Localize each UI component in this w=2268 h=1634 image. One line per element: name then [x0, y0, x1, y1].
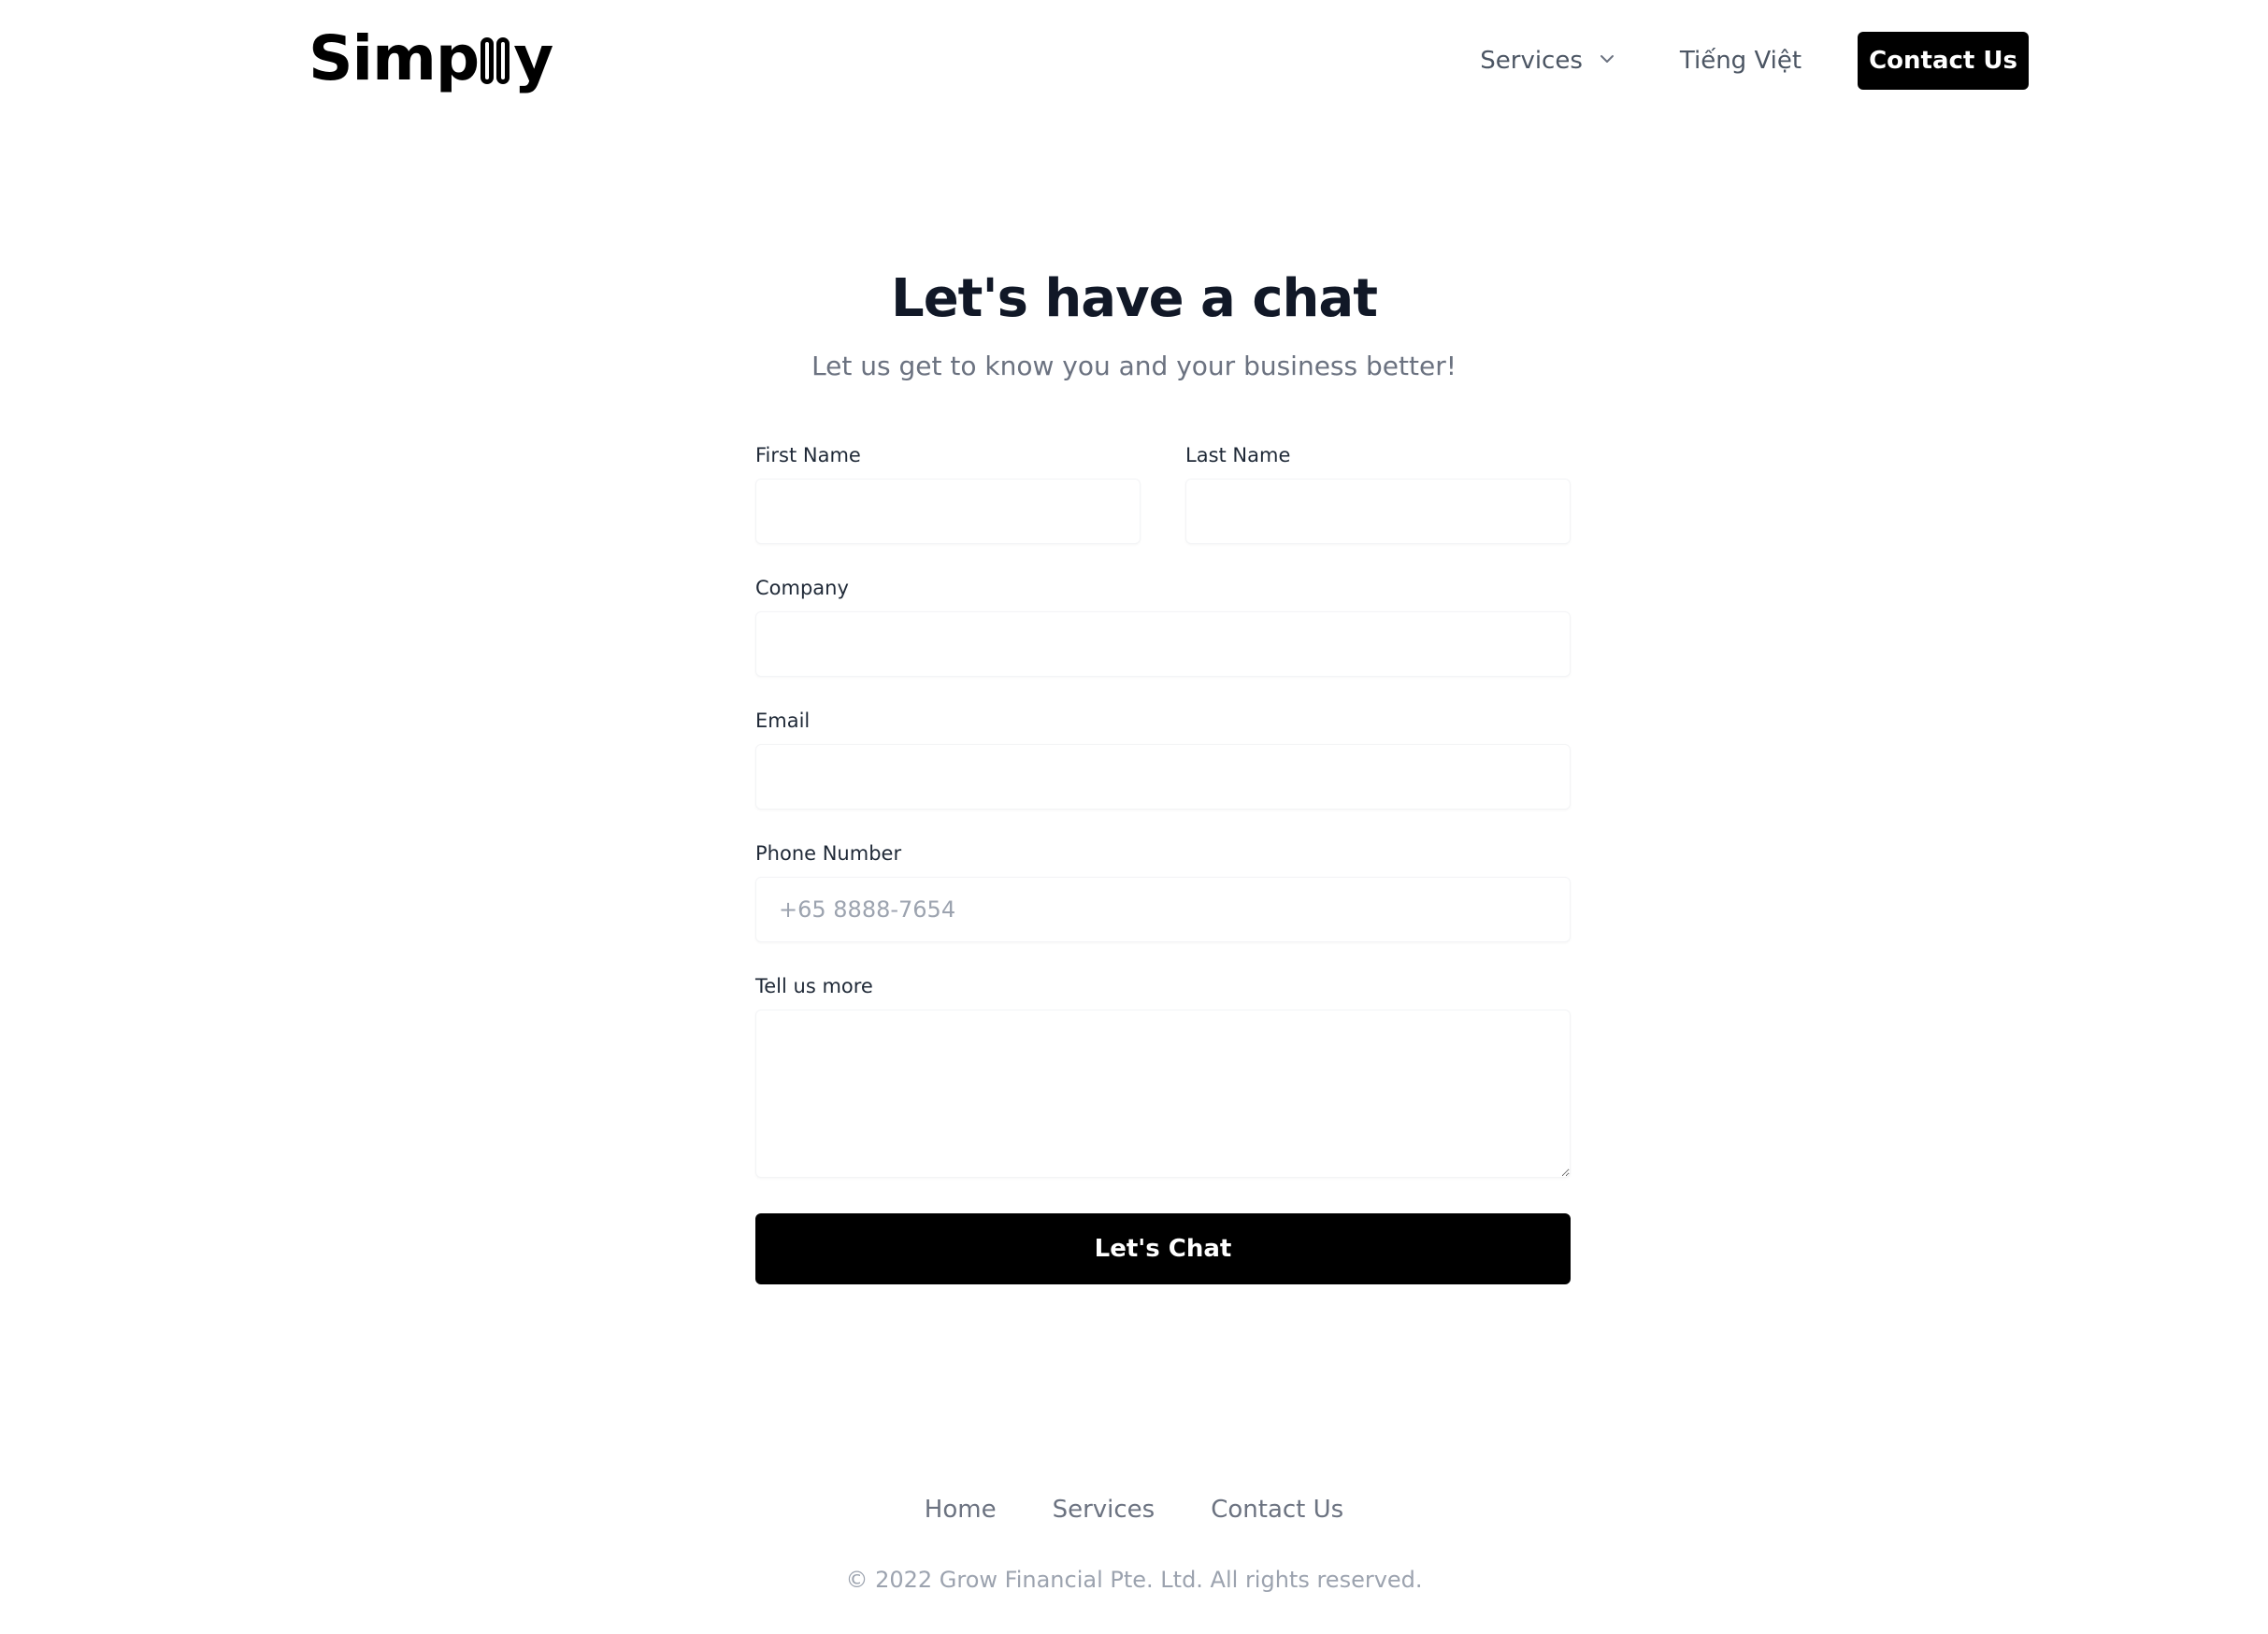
nav-services-label: Services	[1480, 47, 1583, 75]
footer-link-services[interactable]: Services	[1053, 1496, 1156, 1524]
main-content: Let's have a chat Let us get to know you…	[0, 262, 2268, 1284]
phone-field: Phone Number	[755, 839, 1571, 942]
name-row: First Name Last Name	[755, 444, 1571, 581]
phone-input[interactable]	[755, 877, 1571, 942]
contact-form: First Name Last Name Company Email Phone…	[755, 444, 1571, 1284]
logo-text-start: Simp	[309, 22, 480, 94]
email-input[interactable]	[755, 744, 1571, 810]
site-footer: Home Services Contact Us © 2022 Grow Fin…	[0, 1496, 2268, 1593]
logo[interactable]: Simp y	[309, 22, 553, 94]
contact-us-button[interactable]: Contact Us	[1858, 32, 2029, 90]
message-field: Tell us more	[755, 972, 1571, 1182]
chevron-down-icon	[1600, 55, 1614, 63]
lets-chat-button[interactable]: Let's Chat	[755, 1213, 1571, 1284]
email-label: Email	[755, 710, 811, 732]
message-label: Tell us more	[755, 975, 873, 997]
page-title: Let's have a chat	[891, 268, 1378, 329]
main-nav: Services Tiếng Việt Contact Us	[1480, 32, 2029, 90]
nav-language-link[interactable]: Tiếng Việt	[1680, 47, 1801, 75]
email-field: Email	[755, 707, 1571, 810]
nav-services-dropdown[interactable]: Services	[1480, 47, 1616, 75]
last-name-label: Last Name	[1185, 444, 1291, 466]
first-name-field: First Name	[755, 444, 1141, 544]
company-field: Company	[755, 574, 1571, 677]
company-input[interactable]	[755, 611, 1571, 677]
phone-label: Phone Number	[755, 842, 902, 865]
site-header: Simp y Services Tiếng Việt Contact Us	[0, 0, 2268, 122]
logo-text-end: y	[513, 22, 553, 94]
first-name-label: First Name	[755, 444, 861, 466]
footer-link-home[interactable]: Home	[925, 1496, 997, 1524]
first-name-input[interactable]	[755, 479, 1141, 544]
last-name-input[interactable]	[1185, 479, 1571, 544]
last-name-field: Last Name	[1185, 444, 1571, 544]
logo-mark-icon	[481, 37, 512, 84]
footer-nav: Home Services Contact Us	[0, 1496, 2268, 1524]
footer-link-contact[interactable]: Contact Us	[1211, 1496, 1343, 1524]
message-textarea[interactable]	[755, 1010, 1571, 1178]
page-subtitle: Let us get to know you and your business…	[811, 351, 1457, 381]
company-label: Company	[755, 577, 849, 599]
copyright-text: © 2022 Grow Financial Pte. Ltd. All righ…	[845, 1567, 1423, 1593]
